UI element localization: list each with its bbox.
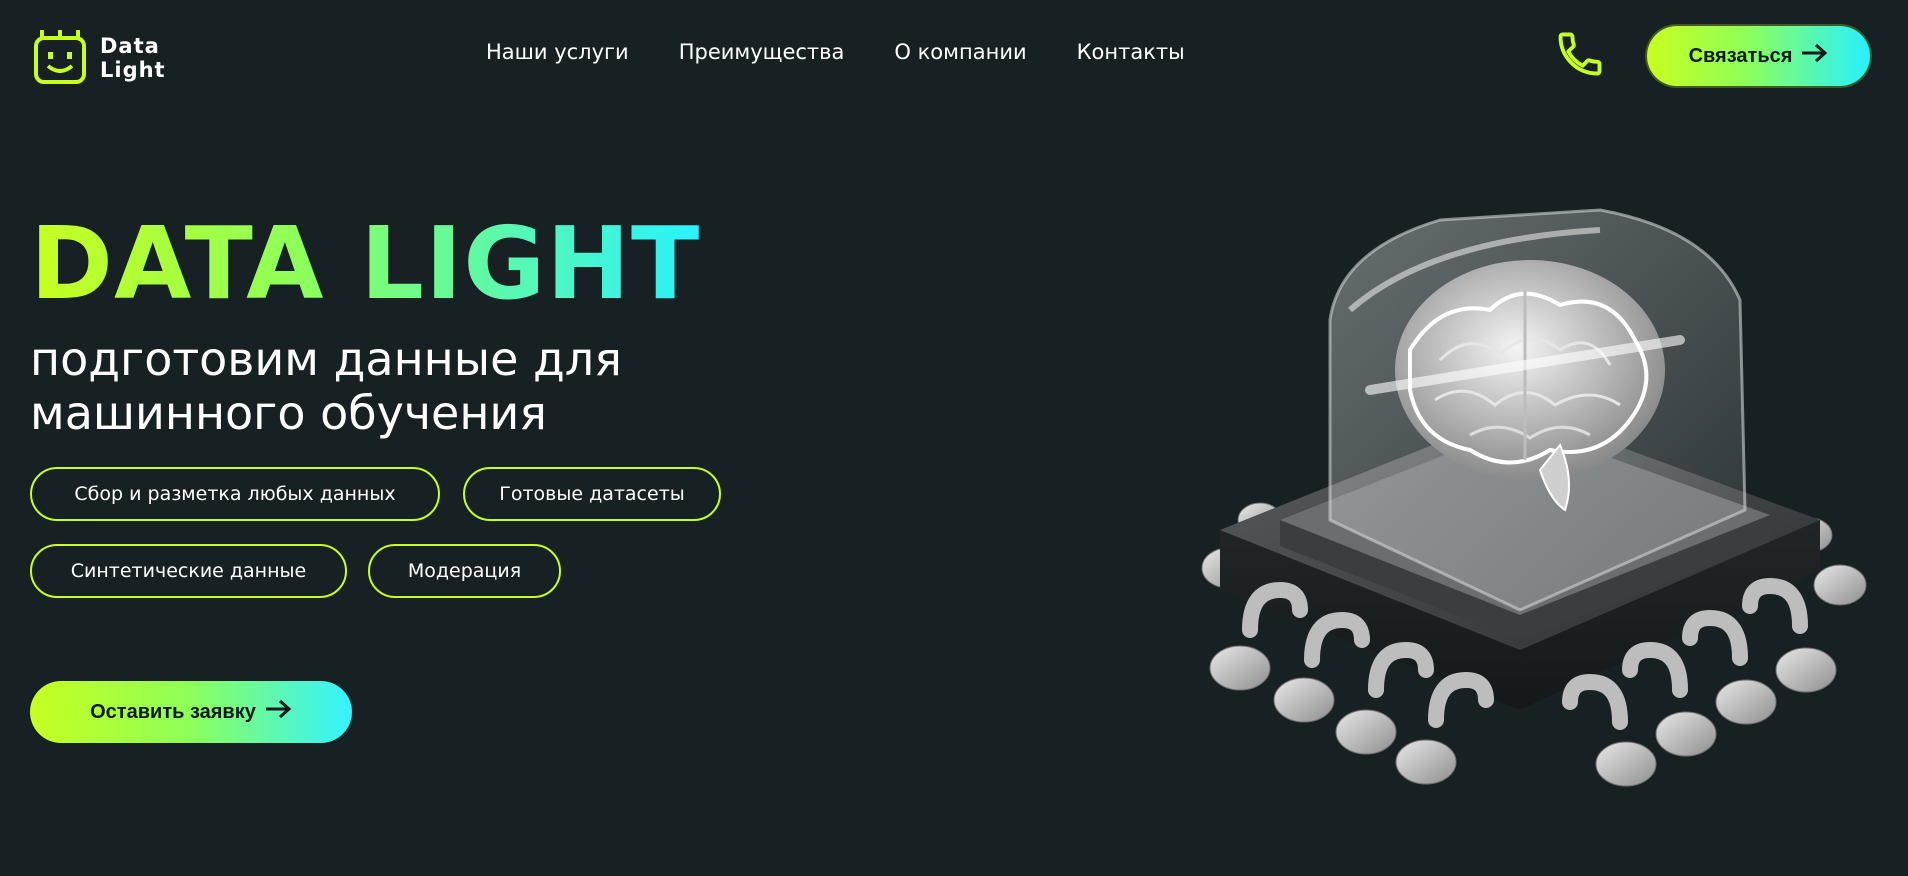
nav-item-services[interactable]: Наши услуги <box>486 40 629 64</box>
contact-button[interactable]: Связаться <box>1647 26 1870 86</box>
phone-icon[interactable] <box>1554 28 1606 84</box>
tag-synthetic-data[interactable]: Синтетические данные <box>30 544 347 598</box>
hero-title: DATA LIGHT <box>30 205 701 322</box>
contact-button-label: Связаться <box>1688 44 1793 67</box>
brand-logo[interactable]: Data Light <box>32 28 166 88</box>
hero-subtitle: подготовим данные для машинного обучения <box>30 332 622 440</box>
main-nav: Наши услуги Преимущества О компании Конт… <box>486 40 1185 64</box>
brand-name-line1: Data <box>100 34 160 58</box>
submit-request-button[interactable]: Оставить заявку <box>30 681 352 743</box>
nav-item-about[interactable]: О компании <box>894 40 1026 64</box>
nav-item-advantages[interactable]: Преимущества <box>679 40 845 64</box>
arrow-right-icon <box>264 699 292 725</box>
nav-item-contacts[interactable]: Контакты <box>1077 40 1185 64</box>
landing-page: Data Light Наши услуги Преимущества О ко… <box>0 0 1908 876</box>
tag-ready-datasets[interactable]: Готовые датасеты <box>463 467 721 521</box>
arrow-right-icon <box>1800 43 1828 69</box>
brand-name: Data Light <box>100 34 166 82</box>
robot-face-icon <box>32 28 88 88</box>
brand-name-line2: Light <box>100 58 166 82</box>
brain-chip-illustration <box>1180 190 1880 830</box>
tag-data-collection[interactable]: Сбор и разметка любых данных <box>30 467 440 521</box>
submit-request-label: Оставить заявку <box>90 700 256 723</box>
tag-moderation[interactable]: Модерация <box>368 544 561 598</box>
